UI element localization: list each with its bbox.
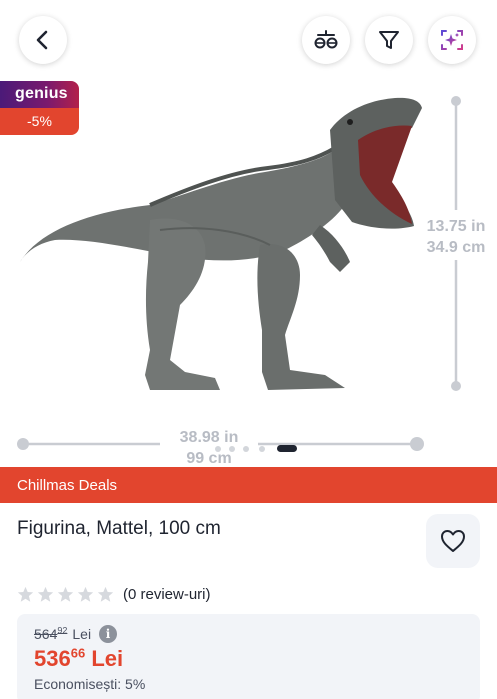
heart-icon bbox=[441, 530, 465, 552]
current-price: 53666 Lei bbox=[34, 645, 124, 671]
review-count[interactable]: (0 review-uri) bbox=[123, 586, 211, 603]
star-icon bbox=[17, 586, 34, 602]
product-title: Figurina, Mattel, 100 cm bbox=[17, 518, 221, 539]
star-rating bbox=[17, 586, 114, 603]
old-price-value: 56492 bbox=[34, 625, 68, 642]
star-icon bbox=[77, 586, 94, 602]
rating-row[interactable]: (0 review-uri) bbox=[17, 584, 211, 604]
price-card: 56492 Lei i 53666 Lei Economisești: 5% bbox=[17, 614, 480, 699]
compare-button[interactable] bbox=[302, 16, 350, 64]
info-icon[interactable]: i bbox=[99, 625, 118, 643]
favorite-button[interactable] bbox=[426, 514, 480, 568]
ai-sparkle-icon bbox=[441, 30, 463, 50]
compare-icon bbox=[314, 30, 338, 49]
genius-logo: genius bbox=[0, 81, 79, 108]
filter-icon bbox=[379, 31, 399, 49]
back-button[interactable] bbox=[19, 16, 67, 64]
old-price: 56492 Lei i bbox=[34, 625, 118, 643]
savings-text: Economisești: 5% bbox=[34, 676, 146, 692]
old-price-currency: Lei bbox=[72, 626, 92, 642]
dinosaur-figure bbox=[20, 97, 422, 390]
height-dimension-label: 13.75 in 34.9 cm bbox=[426, 218, 486, 256]
discount-percent: -5% bbox=[0, 108, 79, 135]
star-icon bbox=[57, 586, 74, 602]
product-image-gallery[interactable]: 13.75 in 34.9 cm 38.98 in 99 cm genius -… bbox=[0, 0, 497, 467]
star-icon bbox=[97, 586, 114, 602]
star-icon bbox=[37, 586, 54, 602]
chevron-left-icon bbox=[36, 30, 48, 50]
promo-banner[interactable]: Chillmas Deals bbox=[0, 467, 497, 503]
filter-button[interactable] bbox=[365, 16, 413, 64]
width-dimension-label: 38.98 in 99 cm bbox=[179, 429, 239, 467]
genius-discount-badge: genius -5% bbox=[0, 81, 79, 135]
ai-search-button[interactable] bbox=[428, 16, 476, 64]
